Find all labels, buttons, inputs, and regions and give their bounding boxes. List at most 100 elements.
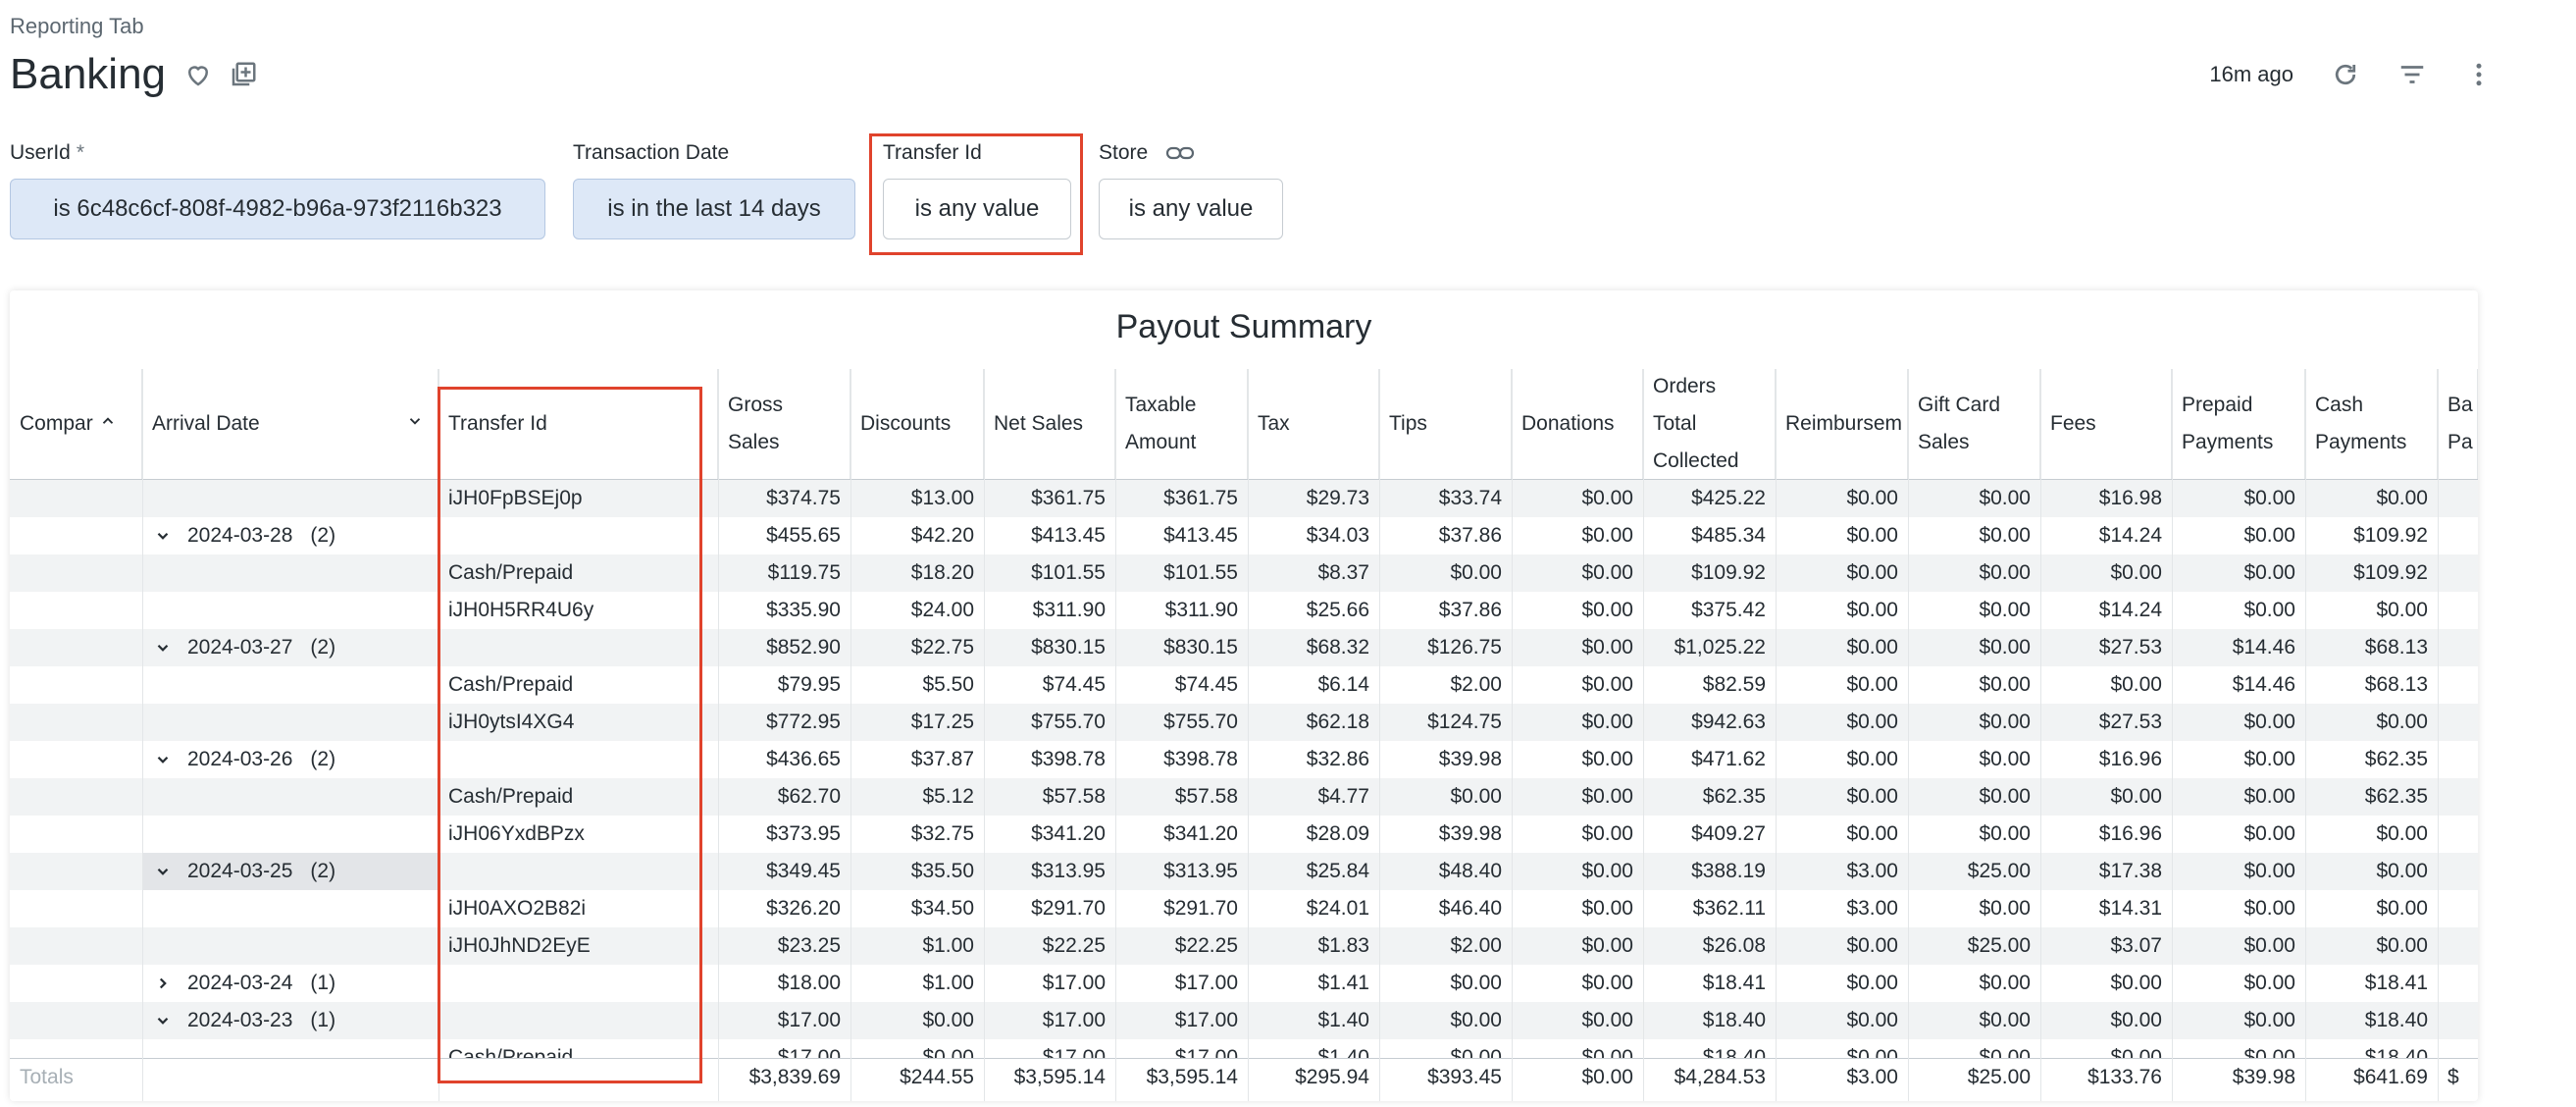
chevron-right-icon[interactable] [152, 965, 174, 1002]
column-header-fees[interactable]: Fees [2040, 369, 2172, 479]
tax-cell: $24.01 [1306, 897, 1369, 920]
prepaid-payments-cell: $0.00 [2243, 561, 2295, 584]
column-header-label: Orders Total Collected [1653, 375, 1739, 472]
tips-cell: $39.98 [1438, 822, 1502, 845]
taxable-amount-cell: $57.58 [1174, 785, 1238, 808]
gross-sales-cell: $23.25 [777, 934, 841, 957]
column-header-discounts[interactable]: Discounts [850, 369, 984, 479]
net-sales-cell: $361.75 [1031, 487, 1106, 509]
chevron-down-icon[interactable] [152, 629, 174, 666]
tips-cell: $0.00 [1450, 561, 1502, 584]
filter-store-chip[interactable]: is any value [1099, 179, 1283, 239]
highlight-box-filter [869, 133, 1083, 255]
filter-lines-icon[interactable] [2397, 60, 2427, 89]
taxable-amount-cell: $17.00 [1174, 1009, 1238, 1031]
column-header-orders-total-collected[interactable]: Orders Total Collected [1643, 369, 1776, 479]
heart-outline-icon[interactable] [183, 60, 213, 89]
tax-cell: $1.40 [1317, 1009, 1369, 1031]
arrival-date-cell[interactable]: 2024-03-23 (1) [142, 1002, 438, 1039]
gross-sales-cell: $17.00 [777, 1009, 841, 1031]
totals-orders-total-collected: $4,284.53 [1674, 1066, 1766, 1088]
column-header-taxable-amount[interactable]: Taxable Amount [1115, 369, 1248, 479]
column-separator [2305, 369, 2306, 1101]
column-header-tax[interactable]: Tax [1248, 369, 1379, 479]
discounts-cell: $1.00 [922, 934, 974, 957]
column-header-bank-payments[interactable]: Ba Pa [2438, 369, 2478, 479]
column-header-cash-payments[interactable]: Cash Payments [2305, 369, 2438, 479]
column-separator [1379, 369, 1380, 1101]
arrival-date-cell[interactable]: 2024-03-24 (1) [142, 965, 438, 1002]
refresh-icon[interactable] [2331, 60, 2360, 89]
column-header-reimbursements[interactable]: Reimbursem [1776, 369, 1908, 479]
tax-cell: $29.73 [1306, 487, 1369, 509]
reimbursements-cell: $0.00 [1846, 972, 1898, 994]
table-row: Cash/Prepaid $62.70 $5.12 $57.58 $57.58 $4.77… [10, 778, 2478, 816]
tax-cell: $25.84 [1306, 860, 1369, 882]
arrival-date-text: 2024-03-25 [187, 860, 293, 882]
discounts-cell: $18.20 [910, 561, 974, 584]
chevron-down-icon[interactable] [152, 1002, 174, 1039]
arrival-date-cell [142, 890, 438, 927]
chevron-down-icon[interactable] [152, 741, 174, 778]
arrival-date-cell[interactable]: 2024-03-28 (2) [142, 517, 438, 554]
column-header-prepaid-payments[interactable]: Prepaid Payments [2172, 369, 2305, 479]
fees-cell: $17.38 [2098, 860, 2162, 882]
column-header-arrival-date[interactable]: Arrival Date [142, 369, 438, 479]
tips-cell: $2.00 [1450, 673, 1502, 696]
cash-payments-cell: $0.00 [2376, 822, 2428, 845]
totals-prepaid-payments: $39.98 [2232, 1066, 2295, 1088]
gift-card-sales-cell: $0.00 [1979, 599, 2031, 621]
column-header-gift-card-sales[interactable]: Gift Card Sales [1908, 369, 2040, 479]
prepaid-payments-cell: $14.46 [2232, 636, 2295, 659]
donations-cell: $0.00 [1581, 487, 1633, 509]
column-header-label: Taxable Amount [1125, 394, 1197, 453]
cash-payments-cell: $0.00 [2376, 934, 2428, 957]
arrival-date-cell [142, 592, 438, 629]
donations-cell: $0.00 [1581, 711, 1633, 733]
tips-cell: $126.75 [1427, 636, 1502, 659]
donations-cell: $0.00 [1581, 561, 1633, 584]
fees-cell: $16.96 [2098, 748, 2162, 770]
orders-total-collected-cell: $409.27 [1691, 822, 1766, 845]
chevron-down-icon[interactable] [152, 853, 174, 890]
chevron-down-icon[interactable] [406, 405, 424, 443]
cash-payments-cell: $109.92 [2353, 561, 2428, 584]
filter-transaction-date-chip[interactable]: is in the last 14 days [573, 179, 855, 239]
column-header-company[interactable]: Compar [10, 369, 142, 479]
net-sales-cell: $74.45 [1042, 673, 1106, 696]
filter-label-store: Store [1099, 141, 1149, 164]
column-separator [984, 369, 985, 1101]
prepaid-payments-cell: $0.00 [2243, 972, 2295, 994]
tips-cell: $37.86 [1438, 599, 1502, 621]
gross-sales-cell: $18.00 [777, 972, 841, 994]
chevron-up-icon[interactable] [99, 405, 117, 443]
column-header-tips[interactable]: Tips [1379, 369, 1512, 479]
orders-total-collected-cell: $425.22 [1691, 487, 1766, 509]
column-header-gross-sales[interactable]: Gross Sales [718, 369, 850, 479]
discounts-cell: $37.87 [910, 748, 974, 770]
filter-userid-chip[interactable]: is 6c48c6cf-808f-4982-b96a-973f2116b323 [10, 179, 545, 239]
orders-total-collected-cell: $471.62 [1691, 748, 1766, 770]
donations-cell: $0.00 [1581, 972, 1633, 994]
fees-cell: $0.00 [2110, 561, 2162, 584]
breadcrumb[interactable]: Reporting Tab [10, 14, 144, 39]
orders-total-collected-cell: $375.42 [1691, 599, 1766, 621]
chevron-down-icon[interactable] [152, 517, 174, 554]
group-count: (2) [310, 748, 336, 770]
arrival-date-cell[interactable]: 2024-03-26 (2) [142, 741, 438, 778]
more-vert-icon[interactable] [2464, 60, 2494, 89]
column-separator [1512, 369, 1513, 1101]
column-header-net-sales[interactable]: Net Sales [984, 369, 1115, 479]
net-sales-cell: $22.25 [1042, 934, 1106, 957]
prepaid-payments-cell: $0.00 [2243, 748, 2295, 770]
link-icon[interactable] [1165, 143, 1195, 163]
arrival-date-cell[interactable]: 2024-03-27 (2) [142, 629, 438, 666]
cash-payments-cell: $0.00 [2376, 487, 2428, 509]
reimbursements-cell: $0.00 [1846, 561, 1898, 584]
add-to-board-icon[interactable] [229, 60, 258, 89]
column-header-donations[interactable]: Donations [1512, 369, 1643, 479]
arrival-date-cell[interactable]: 2024-03-25 (2) [142, 853, 438, 890]
reimbursements-cell: $0.00 [1846, 785, 1898, 808]
column-separator [1908, 369, 1909, 1101]
net-sales-cell: $398.78 [1031, 748, 1106, 770]
